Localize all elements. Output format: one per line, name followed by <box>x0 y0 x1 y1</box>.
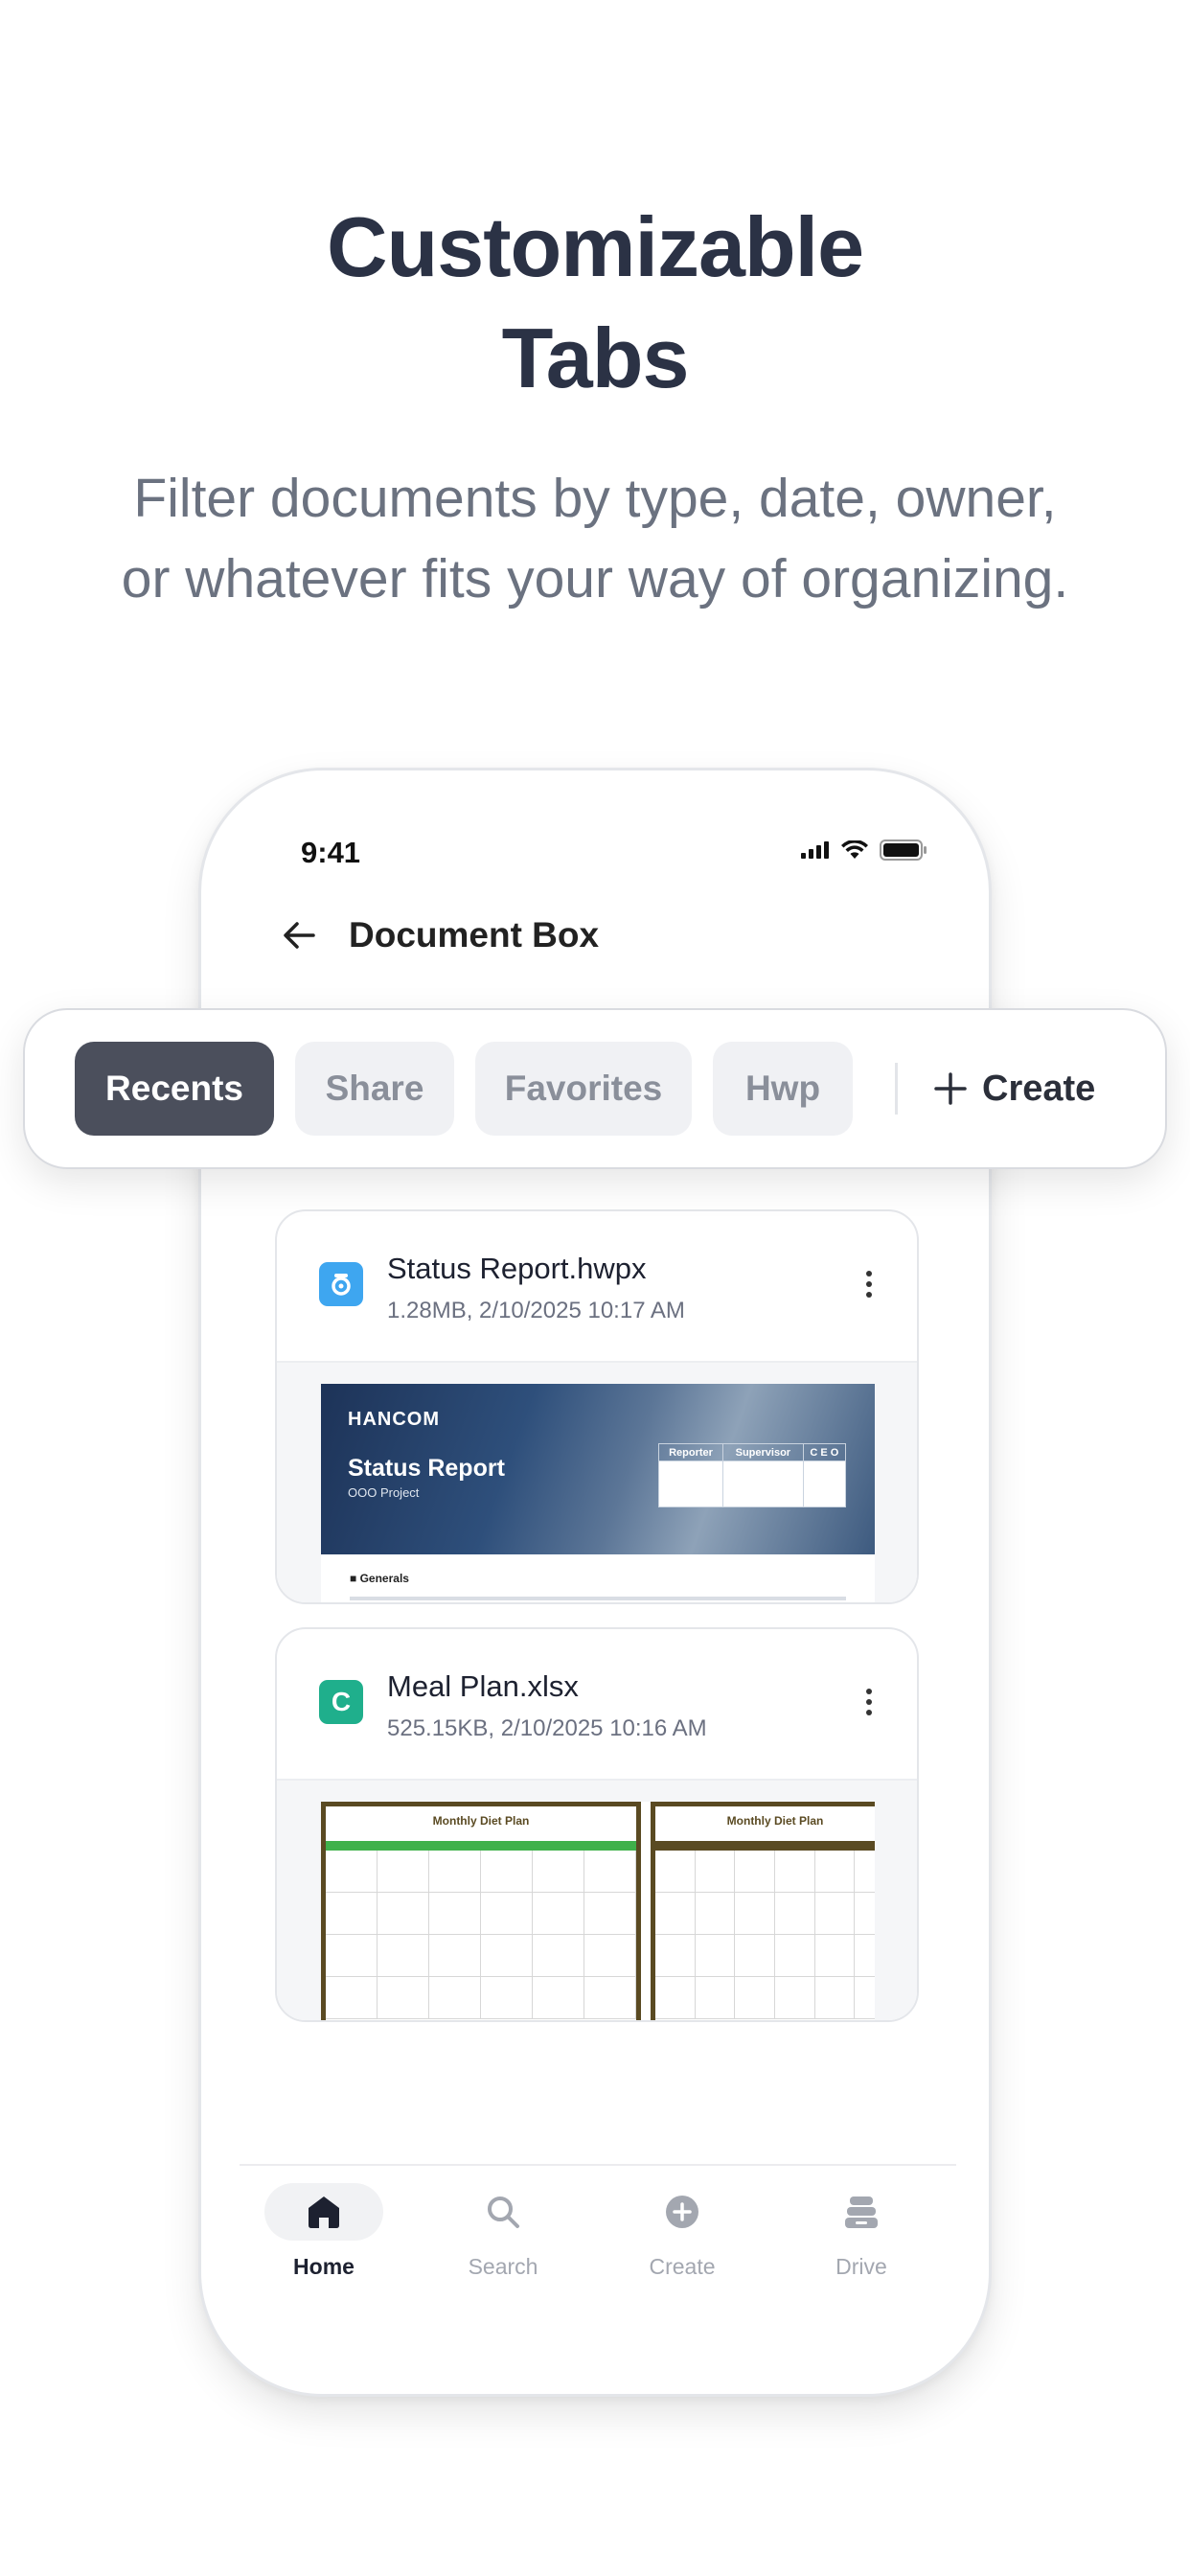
status-time: 9:41 <box>301 836 361 869</box>
thumbnail-title: Status Report <box>348 1455 505 1482</box>
headline: Customizable Tabs <box>0 192 1190 414</box>
status-icons <box>801 840 927 861</box>
nav-home[interactable]: Home <box>263 2183 385 2288</box>
page-title: Document Box <box>349 915 600 954</box>
cell-icon: C <box>319 1680 363 1724</box>
signal-icon <box>801 841 829 859</box>
file-preview: Monthly Diet Plan Monthly Diet Plan <box>277 1779 917 2020</box>
filter-tab-bar: Recents Share Favorites Hwp Create <box>23 1008 1167 1169</box>
file-card[interactable]: Status Report.hwpx 1.28MB, 2/10/2025 10:… <box>275 1209 919 1604</box>
wifi-icon <box>841 840 868 859</box>
thumbnail-section: ■ Generals <box>350 1572 409 1585</box>
file-meta: 1.28MB, 2/10/2025 10:17 AM <box>387 1298 685 1323</box>
nav-label: Drive <box>835 2254 887 2279</box>
subheadline-line-2: or whatever fits your way of organizing. <box>121 548 1069 610</box>
more-options-button[interactable] <box>859 1681 879 1723</box>
nav-search[interactable]: Search <box>442 2183 564 2288</box>
subheadline-line-1: Filter documents by type, date, owner, <box>133 468 1057 529</box>
nav-create[interactable]: Create <box>621 2183 744 2288</box>
subheadline: Filter documents by type, date, owner, o… <box>0 458 1190 619</box>
thumbnail-subtitle: ООО Project <box>348 1485 420 1500</box>
plus-circle-icon <box>666 2196 698 2228</box>
tab-share[interactable]: Share <box>295 1042 454 1136</box>
home-icon <box>309 2196 339 2228</box>
hwp-icon <box>319 1262 363 1306</box>
tab-recents[interactable]: Recents <box>75 1042 274 1136</box>
more-vertical-icon <box>866 1689 872 1694</box>
more-options-button[interactable] <box>859 1263 879 1305</box>
headline-line-2: Tabs <box>501 310 690 405</box>
back-button[interactable] <box>278 914 320 956</box>
more-vertical-icon <box>866 1271 872 1276</box>
tab-divider <box>895 1063 898 1115</box>
search-icon <box>488 2196 519 2228</box>
spreadsheet-thumbnail: Monthly Diet Plan Monthly Diet Plan <box>321 1802 875 2020</box>
file-name: Meal Plan.xlsx <box>387 1669 579 1703</box>
nav-label: Home <box>293 2254 355 2279</box>
nav-label: Search <box>468 2254 538 2279</box>
nav-label: Create <box>649 2254 716 2279</box>
arrow-left-icon <box>284 922 315 949</box>
file-preview: HANCOM Status Report ООО Project Reporte… <box>277 1361 917 1602</box>
document-thumbnail: HANCOM Status Report ООО Project Reporte… <box>321 1384 875 1602</box>
file-card-header: C Meal Plan.xlsx 525.15KB, 2/10/2025 10:… <box>277 1629 917 1779</box>
headline-line-1: Customizable <box>326 199 864 294</box>
plus-icon <box>934 1072 967 1105</box>
create-button[interactable]: Create <box>932 1069 1095 1110</box>
file-card-header: Status Report.hwpx 1.28MB, 2/10/2025 10:… <box>277 1211 917 1361</box>
battery-icon <box>880 840 927 861</box>
create-label: Create <box>982 1068 1096 1109</box>
drive-icon <box>845 2196 878 2228</box>
thumbnail-logo: HANCOM <box>348 1409 440 1430</box>
file-meta: 525.15KB, 2/10/2025 10:16 AM <box>387 1715 707 1741</box>
sheet-title: Monthly Diet Plan <box>726 1814 824 1828</box>
tab-hwp[interactable]: Hwp <box>713 1042 853 1136</box>
file-name: Status Report.hwpx <box>387 1252 647 1285</box>
tab-favorites[interactable]: Favorites <box>475 1042 692 1136</box>
bottom-navigation: Home Search Create Drive <box>240 2164 956 2298</box>
sheet-title: Monthly Diet Plan <box>432 1814 530 1828</box>
app-header: Document Box <box>278 914 599 956</box>
nav-drive[interactable]: Drive <box>800 2183 923 2288</box>
approval-table: Reporter Supervisor C E O <box>657 1443 847 1507</box>
file-card[interactable]: C Meal Plan.xlsx 525.15KB, 2/10/2025 10:… <box>275 1627 919 2022</box>
